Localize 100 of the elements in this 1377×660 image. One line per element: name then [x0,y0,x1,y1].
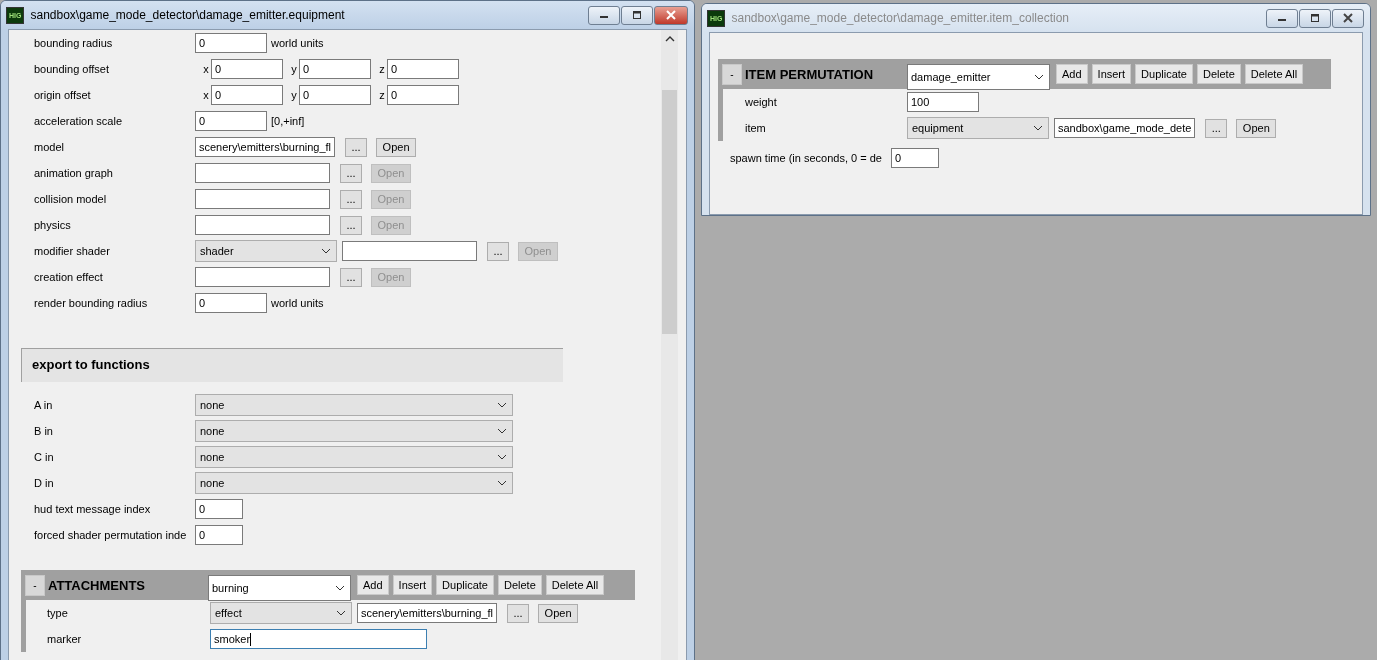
field-label: type [47,607,69,619]
maximize-icon [631,10,643,20]
unit-label: [0,+inf] [271,115,305,127]
field-label: marker [47,633,83,645]
action-button[interactable]: Insert [1091,64,1132,84]
collapse-button[interactable]: - [722,63,742,85]
scrollbar[interactable] [661,30,678,660]
open-button[interactable]: Open [538,603,579,623]
open-button[interactable]: Open [1236,118,1277,138]
axis-label: y [290,89,298,101]
action-button[interactable]: Duplicate [436,575,494,595]
dropdown[interactable]: effect [210,602,352,624]
action-button[interactable]: Insert [392,575,433,595]
section-header: export to functions [21,348,563,382]
element-dropdown[interactable]: damage_emitter [907,64,1050,90]
field-label: bounding offset [34,63,111,75]
input-field[interactable] [342,241,477,261]
field-label: D in [34,477,55,489]
action-button[interactable]: Delete All [545,575,605,595]
input-field[interactable]: smoker [210,629,427,649]
field-label: weight [745,96,778,108]
browse-button[interactable]: ... [345,137,368,157]
field-label: acceleration scale [34,115,124,127]
maximize-icon [1309,13,1321,23]
axis-label: z [378,89,386,101]
field-label: creation effect [34,271,104,283]
action-button[interactable]: Delete [497,575,542,595]
chevron-icon [335,585,345,591]
input-field[interactable]: 0 [299,59,371,79]
open-button[interactable]: Open [376,137,417,157]
action-button[interactable]: Add [1056,64,1088,84]
field-label: model [34,141,65,153]
input-field[interactable]: 0 [195,33,267,53]
chevron-icon [336,610,346,616]
axis-label: z [378,63,386,75]
field-label: C in [34,451,55,463]
scroll-up-icon[interactable] [664,36,675,42]
input-field[interactable] [195,189,330,209]
field-label: B in [34,425,54,437]
field-label: animation graph [34,167,114,179]
field-label: render bounding radius [34,297,149,309]
field-label: A in [34,399,54,411]
input-field[interactable]: 0 [211,59,283,79]
input-field[interactable]: scenery\emitters\burning_fl [357,603,498,623]
axis-label: y [290,63,298,75]
chevron-icon [497,454,507,460]
chevron-icon [497,402,507,408]
unit-label: world units [271,37,324,49]
field-label: spawn time (in seconds, 0 = de [730,152,883,164]
chevron-icon [1033,125,1043,131]
input-field[interactable] [195,267,330,287]
field-label: collision model [34,193,108,205]
field-label: forced shader permutation inde [34,529,188,541]
input-field[interactable]: scenery\emitters\burning_fl [195,137,336,157]
input-field[interactable]: sandbox\game_mode_dete [1054,118,1196,138]
chevron-icon [1034,74,1044,80]
dropdown[interactable]: equipment [907,117,1049,139]
input-field[interactable]: 0 [387,59,459,79]
dropdown[interactable]: none [195,420,513,442]
input-field[interactable]: 0 [211,85,283,105]
axis-label: x [202,89,210,101]
browse-button[interactable]: ... [507,603,530,623]
field-label: modifier shader [34,245,111,257]
input-field[interactable]: 0 [299,85,371,105]
action-button[interactable]: Duplicate [1135,64,1193,84]
element-dropdown[interactable]: burning [208,575,351,601]
chevron-icon [321,248,331,254]
axis-label: x [202,63,210,75]
minimize-button[interactable] [588,5,620,25]
close-button[interactable] [654,5,688,25]
unit-label: world units [271,297,324,309]
field-label: physics [34,219,72,231]
field-label: item [745,122,767,134]
input-field[interactable]: 100 [907,92,979,112]
chevron-icon [497,428,507,434]
dropdown[interactable]: none [195,446,513,468]
browse-button[interactable]: ... [1205,118,1228,138]
collapse-button[interactable]: - [25,574,45,596]
window-title: sandbox\game_mode_detector\damage_emitter.equipment [30,8,346,22]
input-field[interactable]: 0 [195,499,243,519]
action-button[interactable]: Delete All [1244,64,1304,84]
block-title: ITEM PERMUTATION [745,66,875,82]
input-field[interactable]: 0 [195,525,243,545]
input-field[interactable]: 0 [195,293,267,313]
input-field[interactable] [195,215,330,235]
block-title: ATTACHMENTS [48,577,146,593]
field-label: origin offset [34,89,92,101]
window-title: sandbox\game_mode_detector\damage_emitter.item_collection [731,11,1070,25]
dropdown[interactable]: none [195,472,513,494]
chevron-icon [497,480,507,486]
input-field[interactable]: 0 [195,111,267,131]
action-button[interactable]: Add [357,575,389,595]
scrollbar-thumb[interactable] [662,90,677,334]
dropdown[interactable]: none [195,394,513,416]
input-field[interactable] [195,163,330,183]
field-label: bounding radius [34,37,114,49]
field-label: hud text message index [34,503,152,515]
input-field[interactable]: 0 [387,85,459,105]
maximize-button[interactable] [621,5,653,25]
action-button[interactable]: Delete [1196,64,1241,84]
